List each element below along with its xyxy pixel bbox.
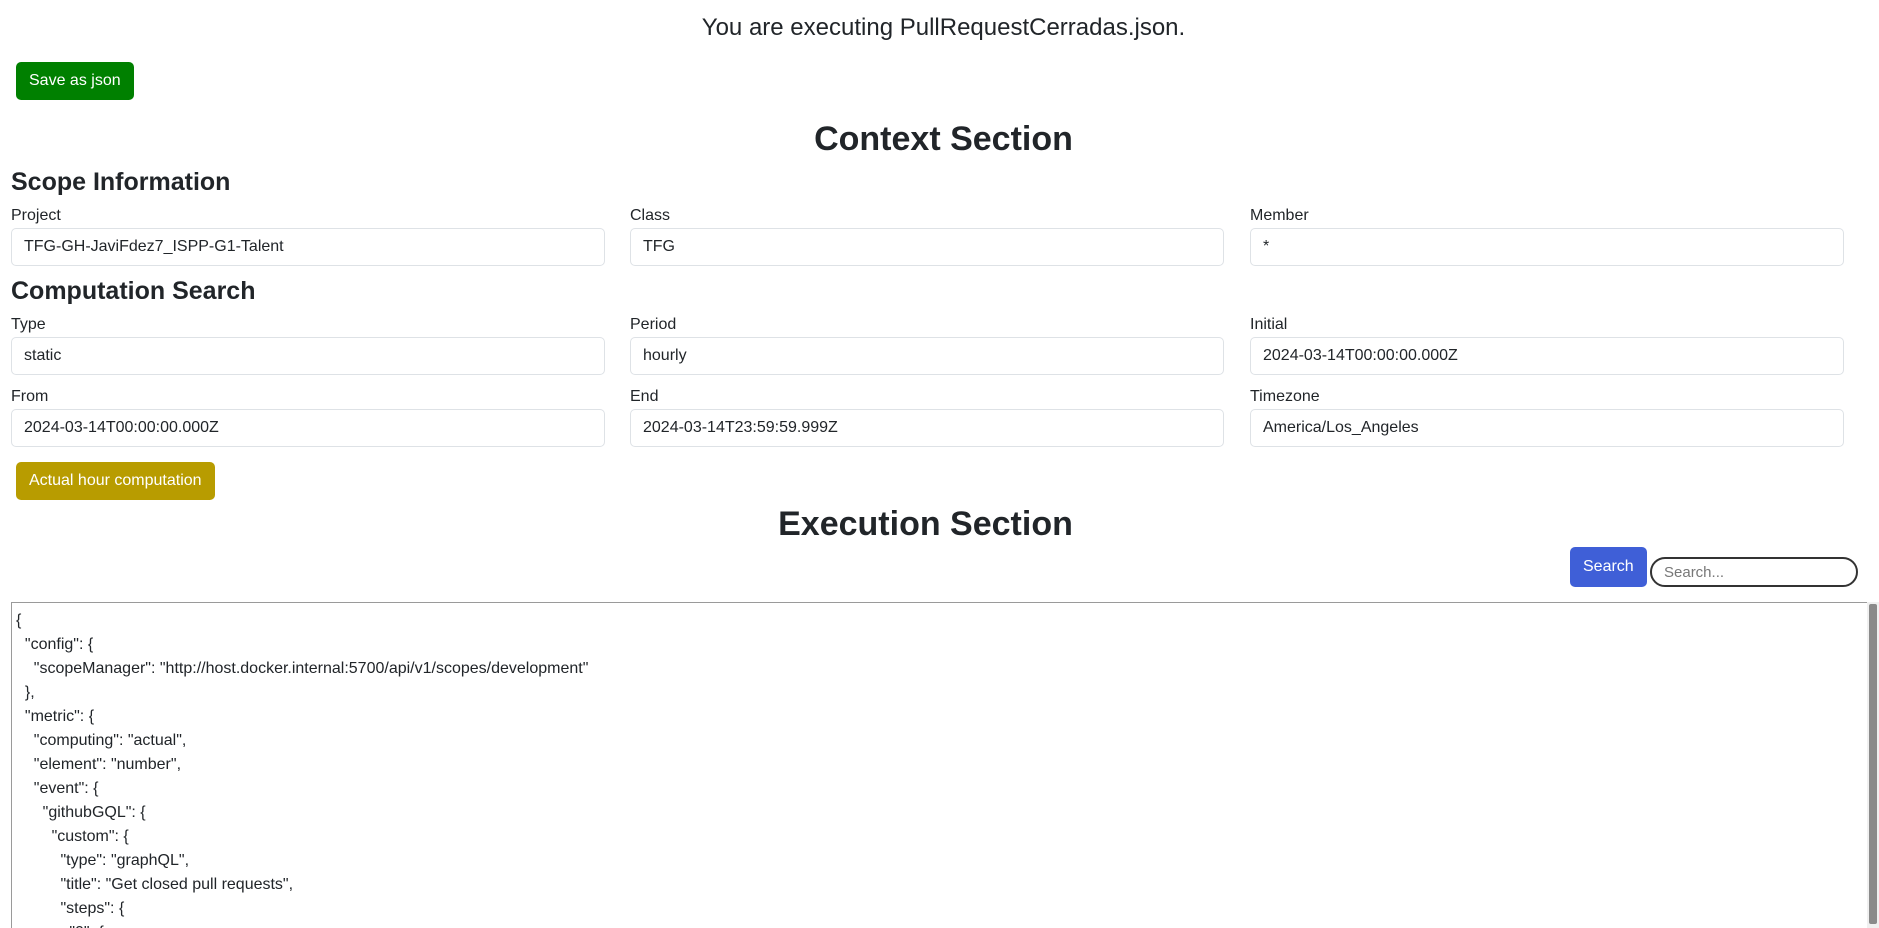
execution-section-title: Execution Section bbox=[778, 505, 1073, 543]
context-section-title: Context Section bbox=[814, 120, 1073, 158]
code-line: "metric": { bbox=[16, 708, 95, 725]
code-scrollbar[interactable] bbox=[1867, 602, 1879, 928]
period-input[interactable] bbox=[630, 337, 1224, 375]
timezone-label: Timezone bbox=[1250, 388, 1320, 405]
code-line: "event": { bbox=[16, 780, 99, 797]
initial-label: Initial bbox=[1250, 316, 1288, 333]
code-line: "computing": "actual", bbox=[16, 732, 187, 749]
code-line: { bbox=[16, 612, 22, 629]
member-input[interactable] bbox=[1250, 228, 1844, 266]
end-label: End bbox=[630, 388, 659, 405]
executing-file-text: You are executing PullRequestCerradas.js… bbox=[701, 14, 1186, 41]
computation-search-title: Computation Search bbox=[11, 277, 256, 305]
search-button[interactable]: Search bbox=[1570, 547, 1647, 587]
search-input[interactable] bbox=[1650, 557, 1858, 587]
project-input[interactable] bbox=[11, 228, 605, 266]
class-input[interactable] bbox=[630, 228, 1224, 266]
code-scrollbar-thumb[interactable] bbox=[1869, 604, 1877, 924]
save-as-json-button[interactable]: Save as json bbox=[16, 62, 134, 100]
code-line: "0": { bbox=[16, 921, 1879, 928]
from-label: From bbox=[11, 388, 49, 405]
timezone-input[interactable] bbox=[1250, 409, 1844, 447]
type-input[interactable] bbox=[11, 337, 605, 375]
code-line: "githubGQL": { bbox=[16, 804, 146, 821]
code-line: "title": "Get closed pull requests", bbox=[16, 876, 294, 893]
code-line: "custom": { bbox=[16, 828, 129, 845]
initial-input[interactable] bbox=[1250, 337, 1844, 375]
member-label: Member bbox=[1250, 207, 1309, 224]
code-line: }, bbox=[16, 684, 35, 701]
scope-information-title: Scope Information bbox=[11, 168, 231, 196]
type-label: Type bbox=[11, 316, 46, 333]
period-label: Period bbox=[630, 316, 677, 333]
code-line: "type": "graphQL", bbox=[16, 852, 190, 869]
class-label: Class bbox=[630, 207, 671, 224]
page: You are executing PullRequestCerradas.js… bbox=[0, 0, 1879, 928]
code-line: "scopeManager": "http://host.docker.inte… bbox=[16, 660, 589, 677]
from-input[interactable] bbox=[11, 409, 605, 447]
code-line: "element": "number", bbox=[16, 756, 182, 773]
code-line: "steps": { bbox=[16, 900, 125, 917]
code-line: "config": { bbox=[16, 636, 94, 653]
project-label: Project bbox=[11, 207, 61, 224]
actual-hour-computation-button[interactable]: Actual hour computation bbox=[16, 462, 215, 500]
end-input[interactable] bbox=[630, 409, 1224, 447]
json-code-editor[interactable]: { "config": { "scopeManager": "http://ho… bbox=[11, 602, 1879, 928]
